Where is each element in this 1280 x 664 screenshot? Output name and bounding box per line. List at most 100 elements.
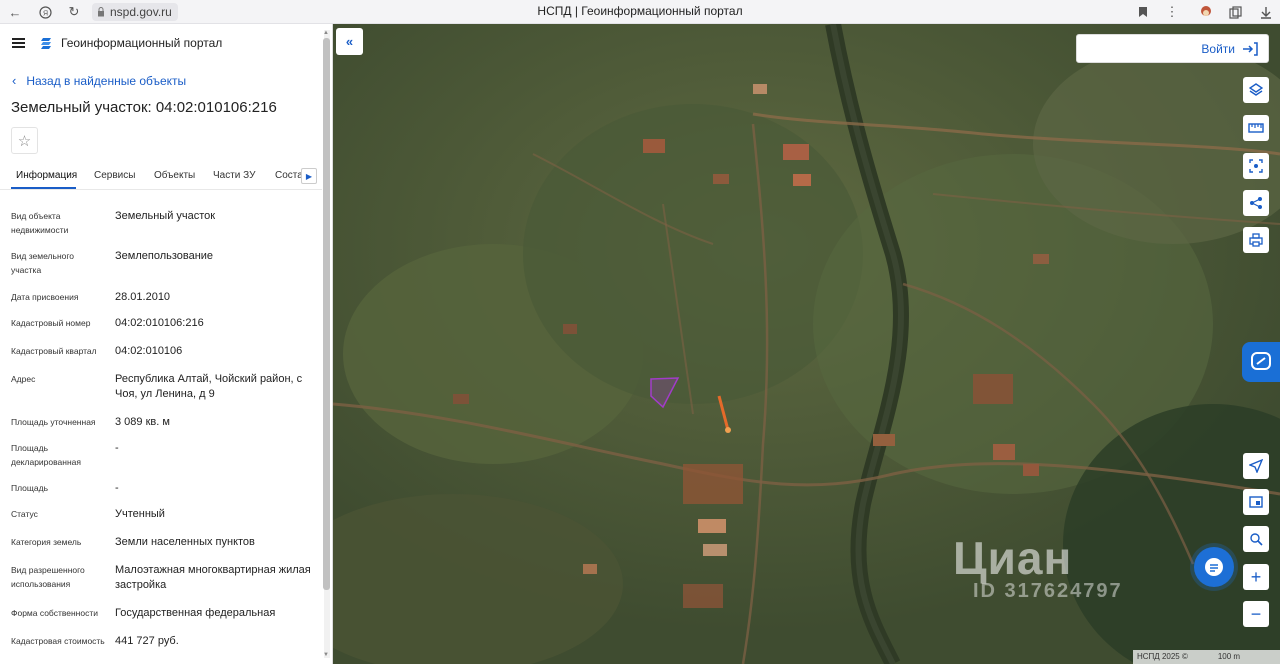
bookmark-icon[interactable] xyxy=(1134,3,1152,21)
map-widget-icon xyxy=(1251,352,1271,370)
attribute-label: Площадь декларированная xyxy=(11,443,81,467)
attribute-label: Вид разрешенного использования xyxy=(11,565,85,589)
ruler-icon xyxy=(1248,123,1264,133)
locate-button[interactable] xyxy=(1243,453,1269,479)
url-text: nspd.gov.ru xyxy=(110,5,172,19)
attribute-label: Площадь уточненная xyxy=(11,417,96,427)
chat-button[interactable] xyxy=(1194,547,1234,587)
lock-icon xyxy=(98,7,104,17)
portal-logo-icon xyxy=(41,38,51,49)
layers-button[interactable] xyxy=(1243,77,1269,103)
print-icon xyxy=(1249,233,1263,247)
zoom-out-button[interactable]: − xyxy=(1243,601,1269,627)
tabs-scroll-right-button[interactable]: ▶ xyxy=(301,168,317,184)
watermark-id: ID 317624797 xyxy=(973,580,1123,602)
share-icon xyxy=(1250,197,1262,209)
star-icon: ☆ xyxy=(17,132,32,150)
map-attribution: НСПД 2025 © 100 m xyxy=(1133,650,1280,664)
svg-text:Я: Я xyxy=(43,10,48,17)
tab-land-parts[interactable]: Части ЗУ xyxy=(213,170,255,181)
tab-objects[interactable]: Объекты xyxy=(154,170,195,181)
tab-composition[interactable]: Соста xyxy=(275,170,301,181)
print-button[interactable] xyxy=(1243,227,1269,253)
attribute-label: Адрес xyxy=(11,374,36,384)
attribute-label: Кадастровая стоимость xyxy=(11,636,105,646)
attribute-label: Дата присвоения xyxy=(11,292,79,302)
attribute-value: 04:02:010106:216 xyxy=(115,317,204,329)
tab-information[interactable]: Информация xyxy=(16,170,77,181)
scale-label: 100 m xyxy=(1217,652,1241,661)
attribute-value: Республика Алтай, Чойский район, с Чоя, … xyxy=(115,373,303,400)
attribute-value: Земельный участок xyxy=(115,210,216,222)
satellite-imagery xyxy=(333,24,1280,664)
locate-icon xyxy=(1249,459,1263,473)
chat-icon xyxy=(1205,558,1223,576)
minimap-button[interactable] xyxy=(1243,489,1269,515)
ruler-button[interactable] xyxy=(1243,115,1269,141)
minimap-icon xyxy=(1249,496,1263,508)
satellite-map[interactable]: « Войти + − Циан ID 317624797 НСПД 2025 … xyxy=(333,24,1280,664)
back-link-label: Назад в найденные объекты xyxy=(26,73,187,88)
attribute-value: - xyxy=(115,482,119,494)
collections-icon[interactable] xyxy=(1226,3,1244,21)
attribute-value: Земли населенных пунктов xyxy=(115,536,255,548)
layers-icon xyxy=(1249,83,1263,96)
browser-toolbar: ← Я ↻ nspd.gov.ru НСПД | Геоинформационн… xyxy=(0,0,1280,24)
attribute-value: Государственная федеральная xyxy=(115,607,276,619)
more-menu-icon[interactable]: ⋮ xyxy=(1163,3,1181,21)
attribution-text: НСПД 2025 © xyxy=(1137,652,1188,661)
watermark-logo: Циан xyxy=(953,532,1073,584)
yandex-icon[interactable]: Я xyxy=(36,3,54,21)
attribute-value: 04:02:010106 xyxy=(115,345,183,357)
attribute-label: Кадастровый квартал xyxy=(11,346,97,356)
download-icon[interactable] xyxy=(1257,3,1275,21)
tab-services[interactable]: Сервисы xyxy=(94,170,135,181)
favorite-button[interactable]: ☆ xyxy=(11,127,38,154)
menu-icon[interactable] xyxy=(12,38,25,48)
tab-title: НСПД | Геоинформационный портал xyxy=(537,4,743,18)
attribute-value: - xyxy=(115,442,119,454)
double-chevron-left-icon: « xyxy=(345,34,354,49)
attribute-value: Землепользование xyxy=(115,250,214,262)
extension-icon[interactable] xyxy=(1197,3,1215,21)
attribute-label: Статус xyxy=(11,509,38,519)
login-label: Войти xyxy=(1201,41,1235,56)
attribute-label: Площадь xyxy=(11,483,49,493)
attribute-value: 28.01.2010 xyxy=(115,291,171,303)
attribute-value: 441 727 руб. xyxy=(115,635,179,647)
address-bar[interactable]: nspd.gov.ru xyxy=(92,3,178,21)
back-arrow-icon[interactable]: ← xyxy=(6,3,24,21)
panel-header: Геоинформационный портал xyxy=(0,24,322,62)
geo-search-button[interactable] xyxy=(1243,526,1269,552)
panel-scrollbar[interactable]: ▲ ▼ xyxy=(322,30,330,658)
login-button[interactable]: Войти xyxy=(1076,34,1269,63)
chevron-right-icon: ▶ xyxy=(305,171,313,181)
zoom-in-button[interactable]: + xyxy=(1243,564,1269,590)
tab-overflow-clip: Соста xyxy=(275,162,301,190)
share-button[interactable] xyxy=(1243,190,1269,216)
zoom-out-icon: − xyxy=(1250,603,1262,624)
attribute-value: Учтенный xyxy=(115,508,165,520)
scroll-up-icon[interactable]: ▲ xyxy=(323,30,329,36)
attribute-value: Малоэтажная многоквартирная жилая застро… xyxy=(115,564,311,591)
attribute-label: Форма собственности xyxy=(11,608,98,618)
info-tabs: Информация Сервисы Объекты Части ЗУ Сост… xyxy=(0,162,322,190)
scrollbar-thumb[interactable] xyxy=(323,38,330,590)
attribute-label: Вид земельного участка xyxy=(11,251,75,275)
collapse-panel-button[interactable]: « xyxy=(336,28,363,55)
reload-icon[interactable]: ↻ xyxy=(65,3,83,21)
attribute-label: Категория земель xyxy=(11,537,82,547)
back-to-results-link[interactable]: ‹ Назад в найденные объекты xyxy=(12,73,186,88)
attribute-label: Кадастровый номер xyxy=(11,318,91,328)
geo-search-icon xyxy=(1250,533,1263,546)
scroll-down-icon[interactable]: ▼ xyxy=(323,652,329,658)
active-tab-indicator xyxy=(11,187,76,189)
chevron-left-icon: ‹ xyxy=(12,73,17,88)
zoom-in-icon: + xyxy=(1250,566,1262,587)
page-title: Земельный участок: 04:02:010106:216 xyxy=(11,99,277,116)
side-widget-button[interactable] xyxy=(1242,342,1280,382)
select-area-button[interactable] xyxy=(1243,153,1269,179)
object-info-panel: Геоинформационный портал ‹ Назад в найде… xyxy=(0,24,333,664)
attribute-value: 3 089 кв. м xyxy=(115,416,170,428)
attribute-label: Вид объекта недвижимости xyxy=(11,211,69,235)
